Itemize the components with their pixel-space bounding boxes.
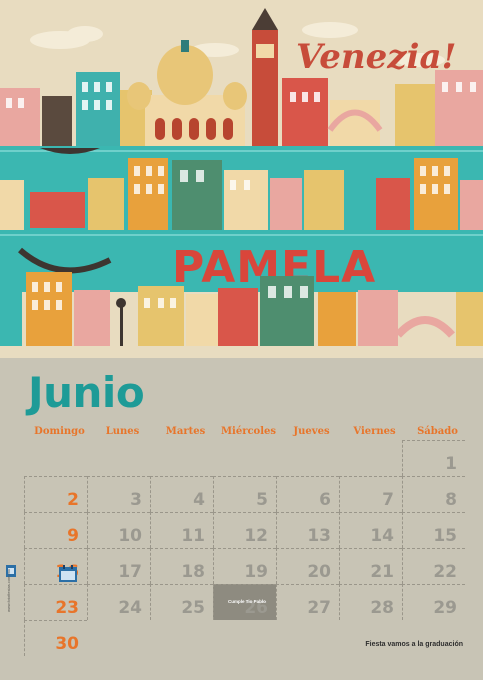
day-cell[interactable]: 10 <box>87 512 150 548</box>
day-number: 12 <box>244 526 268 546</box>
day-number: 23 <box>55 598 79 618</box>
day-number: 5 <box>256 490 268 510</box>
calendar-grid: 1234567891011121314151617181920212223242… <box>24 440 468 658</box>
day-cell[interactable]: 4 <box>150 476 213 512</box>
day-cell <box>150 620 213 656</box>
day-number: 21 <box>370 562 394 582</box>
day-cell[interactable]: 6 <box>276 476 339 512</box>
day-number: 1 <box>445 454 457 474</box>
day-number: 7 <box>382 490 394 510</box>
day-cell[interactable]: 15 <box>402 512 465 548</box>
weekday-header: Miércoles <box>220 426 277 437</box>
month-title: Junio <box>28 368 145 417</box>
day-cell[interactable]: 29 <box>402 584 465 620</box>
day-cell <box>339 440 402 476</box>
day-cell[interactable]: 2 <box>24 476 87 512</box>
day-number: 29 <box>433 598 457 618</box>
weekday-header: Sábado <box>417 426 458 437</box>
weekday-header: Lunes <box>105 426 140 437</box>
day-cell[interactable]: 30 <box>24 620 87 656</box>
day-cell[interactable]: 22 <box>402 548 465 584</box>
day-cell <box>87 440 150 476</box>
day-number: 30 <box>55 634 79 654</box>
weekday-header: Jueves <box>293 426 330 437</box>
day-cell[interactable]: 24 <box>87 584 150 620</box>
day-number: 27 <box>307 598 331 618</box>
day-cell[interactable]: 27 <box>276 584 339 620</box>
day-number: 4 <box>193 490 205 510</box>
day-cell[interactable]: 19 <box>213 548 276 584</box>
day-cell[interactable]: 1 <box>402 440 465 476</box>
day-number: 24 <box>118 598 142 618</box>
day-number: 28 <box>370 598 394 618</box>
day-number: 14 <box>370 526 394 546</box>
calendar-brand-icon <box>58 565 78 583</box>
day-number: 6 <box>319 490 331 510</box>
day-cell <box>339 620 402 656</box>
day-number: 25 <box>181 598 205 618</box>
footer-note: Fiesta vamos a la graduación <box>365 641 463 648</box>
day-cell[interactable]: 18 <box>150 548 213 584</box>
day-cell <box>150 440 213 476</box>
day-cell <box>276 620 339 656</box>
day-cell <box>87 620 150 656</box>
sidebar-vertical-text: www.fotofiestas.com.mx <box>6 569 11 612</box>
day-number: 17 <box>118 562 142 582</box>
day-number: 20 <box>307 562 331 582</box>
day-cell[interactable]: 8 <box>402 476 465 512</box>
event-label: Cumple Tio Pablo <box>228 599 266 604</box>
weekday-header: Viernes <box>353 426 396 437</box>
weekday-header: Martes <box>165 426 206 437</box>
day-cell <box>402 620 465 656</box>
day-cell <box>213 620 276 656</box>
day-cell[interactable]: 20 <box>276 548 339 584</box>
day-number: 22 <box>433 562 457 582</box>
day-number: 8 <box>445 490 457 510</box>
day-cell[interactable]: 26 Cumple Tio Pablo <box>213 584 276 620</box>
day-number: 9 <box>67 526 79 546</box>
day-cell[interactable]: 5 <box>213 476 276 512</box>
day-cell <box>24 440 87 476</box>
day-cell[interactable]: 7 <box>339 476 402 512</box>
day-cell <box>276 440 339 476</box>
day-cell[interactable]: 23 <box>24 584 87 620</box>
day-cell[interactable]: 12 <box>213 512 276 548</box>
day-number: 15 <box>433 526 457 546</box>
day-cell[interactable]: 13 <box>276 512 339 548</box>
day-cell[interactable]: 3 <box>87 476 150 512</box>
day-number: 13 <box>307 526 331 546</box>
day-number: 18 <box>181 562 205 582</box>
day-number: 2 <box>67 490 79 510</box>
day-cell[interactable]: 11 <box>150 512 213 548</box>
day-cell <box>213 440 276 476</box>
venice-illustration: Venezia! PAMELA <box>0 0 483 358</box>
day-cell[interactable]: 9 <box>24 512 87 548</box>
day-number: 3 <box>130 490 142 510</box>
day-number: 10 <box>118 526 142 546</box>
day-cell[interactable]: 17 <box>87 548 150 584</box>
day-cell[interactable]: 25 <box>150 584 213 620</box>
city-title: Venezia! <box>296 37 456 77</box>
day-cell[interactable]: 14 <box>339 512 402 548</box>
day-number: 19 <box>244 562 268 582</box>
day-number: 11 <box>181 526 205 546</box>
day-cell[interactable]: 21 <box>339 548 402 584</box>
weekday-header: Domingo <box>34 426 85 437</box>
day-cell[interactable]: 28 <box>339 584 402 620</box>
